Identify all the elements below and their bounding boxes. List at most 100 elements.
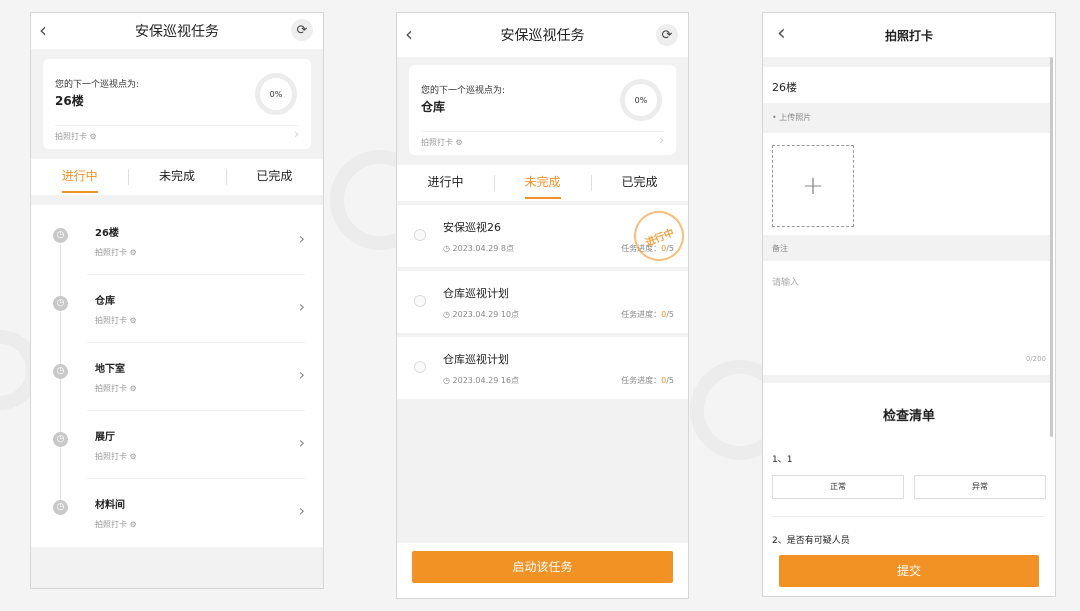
clock-icon: ◷ <box>53 500 68 515</box>
point-name: 仓库 <box>95 296 115 307</box>
page-title: 安保巡视任务 <box>135 24 219 40</box>
task-radio[interactable] <box>414 229 426 241</box>
divider <box>772 516 1046 517</box>
chevron-right-icon: › <box>659 133 664 147</box>
upload-photo-button[interactable]: + <box>772 145 854 227</box>
list-item[interactable]: ◷ 材料间 拍照打卡 ⚙ › <box>31 479 323 547</box>
tab-divider <box>591 175 592 191</box>
task-date: ◷ 2023.04.29 8点 <box>443 244 514 253</box>
page-title: 拍照打卡 <box>884 28 933 43</box>
section-gap <box>763 375 1050 383</box>
task-name: 仓库巡视计划 <box>443 287 509 300</box>
checkin-link[interactable]: 拍照打卡 ⚙ <box>55 131 97 142</box>
refresh-icon[interactable]: ⟳ <box>656 24 678 46</box>
clock-icon: ◷ <box>53 228 68 243</box>
chevron-right-icon: › <box>298 365 305 384</box>
tab-in-progress[interactable]: 进行中 <box>397 165 494 201</box>
submit-button[interactable]: 提交 <box>779 555 1039 587</box>
plus-icon: + <box>802 171 824 201</box>
location-row: 26楼 <box>763 67 1050 103</box>
divider <box>421 131 664 132</box>
back-icon[interactable]: ‹ <box>777 22 786 46</box>
task-progress: 任务进度：0/5 <box>621 376 674 385</box>
scrollbar[interactable] <box>1050 57 1053 437</box>
tab-divider <box>226 169 227 185</box>
chevron-right-icon: › <box>298 297 305 316</box>
chevron-right-icon: › <box>294 127 299 141</box>
tab-divider <box>128 169 129 185</box>
point-checkin: 拍照打卡 ⚙ <box>95 384 137 393</box>
task-date: ◷ 2023.04.29 16点 <box>443 376 520 385</box>
task-date: ◷ 2023.04.29 10点 <box>443 310 520 319</box>
option-abnormal[interactable]: 异常 <box>914 475 1046 499</box>
checklist-title: 检查清单 <box>882 409 935 424</box>
tab-completed[interactable]: 已完成 <box>591 165 688 201</box>
point-name: 展厅 <box>95 432 115 443</box>
task-card[interactable]: 仓库巡视计划 ◷ 2023.04.29 10点 任务进度：0/5 <box>397 271 688 333</box>
page-title: 安保巡视任务 <box>500 28 585 44</box>
chevron-right-icon: › <box>298 229 305 248</box>
refresh-icon[interactable]: ⟳ <box>291 19 313 41</box>
task-card[interactable]: 安保巡视26 ◷ 2023.04.29 8点 任务进度：0/5 进行中 <box>397 203 688 269</box>
task-radio[interactable] <box>414 295 426 307</box>
list-item[interactable]: ◷ 26楼 拍照打卡 ⚙ › <box>31 207 323 275</box>
point-checkin: 拍照打卡 ⚙ <box>95 248 137 257</box>
next-point-card[interactable]: 您的下一个巡视点为: 仓库 0% 拍照打卡 ⚙ › <box>409 65 676 155</box>
remark-header: 备注 <box>763 235 1050 261</box>
next-point-label: 您的下一个巡视点为: <box>55 80 140 90</box>
divider <box>55 125 299 126</box>
option-normal[interactable]: 正常 <box>772 475 904 499</box>
location-name: 26楼 <box>772 81 797 94</box>
point-name: 地下室 <box>95 364 125 375</box>
chevron-right-icon: › <box>298 433 305 452</box>
screen-patrol-task-list: ‹ 安保巡视任务 ⟳ 您的下一个巡视点为: 仓库 0% 拍照打卡 ⚙ › 进行中… <box>396 12 689 599</box>
nav-bar: ‹ 拍照打卡 <box>763 13 1055 57</box>
screen-patrol-task-points: ‹ 安保巡视任务 ⟳ 您的下一个巡视点为: 26楼 0% 拍照打卡 ⚙ › 进行… <box>30 12 324 589</box>
checklist-question-1: 1、1 <box>772 455 793 465</box>
section-gap <box>763 57 1050 67</box>
tab-in-progress[interactable]: 进行中 <box>31 159 128 195</box>
nav-bar: ‹ 安保巡视任务 ⟳ <box>397 13 688 57</box>
next-point-card[interactable]: 您的下一个巡视点为: 26楼 0% 拍照打卡 ⚙ › <box>43 59 311 149</box>
status-tabs: 进行中 未完成 已完成 <box>397 165 688 201</box>
point-checkin: 拍照打卡 ⚙ <box>95 520 137 529</box>
tab-incomplete[interactable]: 未完成 <box>128 159 225 195</box>
next-point-location: 仓库 <box>421 100 446 114</box>
point-name: 材料间 <box>95 500 125 511</box>
back-icon[interactable]: ‹ <box>39 18 47 42</box>
task-radio[interactable] <box>414 361 426 373</box>
upload-header: • 上传照片 <box>763 103 1050 133</box>
next-point-label: 您的下一个巡视点为: <box>421 86 506 96</box>
task-name: 安保巡视26 <box>443 221 501 234</box>
tab-incomplete[interactable]: 未完成 <box>494 165 591 201</box>
point-checkin: 拍照打卡 ⚙ <box>95 316 137 325</box>
clock-icon: ◷ <box>53 432 68 447</box>
status-tabs: 进行中 未完成 已完成 <box>31 159 323 195</box>
clock-icon: ◷ <box>53 296 68 311</box>
nav-bar: ‹ 安保巡视任务 ⟳ <box>31 13 323 49</box>
list-item[interactable]: ◷ 展厅 拍照打卡 ⚙ › <box>31 411 323 479</box>
checklist-question-2: 2、是否有可疑人员 <box>772 536 850 546</box>
tab-completed[interactable]: 已完成 <box>226 159 323 195</box>
task-progress: 任务进度：0/5 <box>621 310 674 319</box>
start-task-button[interactable]: 启动该任务 <box>412 551 673 583</box>
remark-textarea[interactable]: 请输入 0/200 <box>763 263 1050 373</box>
progress-ring: 0% <box>620 79 662 121</box>
checkin-link[interactable]: 拍照打卡 ⚙ <box>421 137 463 148</box>
clock-icon: ◷ <box>53 364 68 379</box>
progress-ring: 0% <box>255 73 297 115</box>
remark-label: 备注 <box>772 244 788 253</box>
task-name: 仓库巡视计划 <box>443 353 509 366</box>
screen-photo-checkin: ‹ 拍照打卡 26楼 • 上传照片 + 备注 请输入 0/200 检查清单 1、… <box>762 12 1056 597</box>
back-icon[interactable]: ‹ <box>405 22 413 46</box>
patrol-point-list: ◷ 26楼 拍照打卡 ⚙ › ◷ 仓库 拍照打卡 ⚙ › ◷ 地下室 拍照打卡 … <box>31 205 323 547</box>
remark-counter: 0/200 <box>1025 355 1046 363</box>
list-item[interactable]: ◷ 仓库 拍照打卡 ⚙ › <box>31 275 323 343</box>
list-item[interactable]: ◷ 地下室 拍照打卡 ⚙ › <box>31 343 323 411</box>
point-checkin: 拍照打卡 ⚙ <box>95 452 137 461</box>
next-point-location: 26楼 <box>55 94 84 108</box>
tab-divider <box>494 175 495 191</box>
chevron-right-icon: › <box>298 501 305 520</box>
task-card[interactable]: 仓库巡视计划 ◷ 2023.04.29 16点 任务进度：0/5 <box>397 337 688 399</box>
upload-label: • 上传照片 <box>772 113 812 122</box>
